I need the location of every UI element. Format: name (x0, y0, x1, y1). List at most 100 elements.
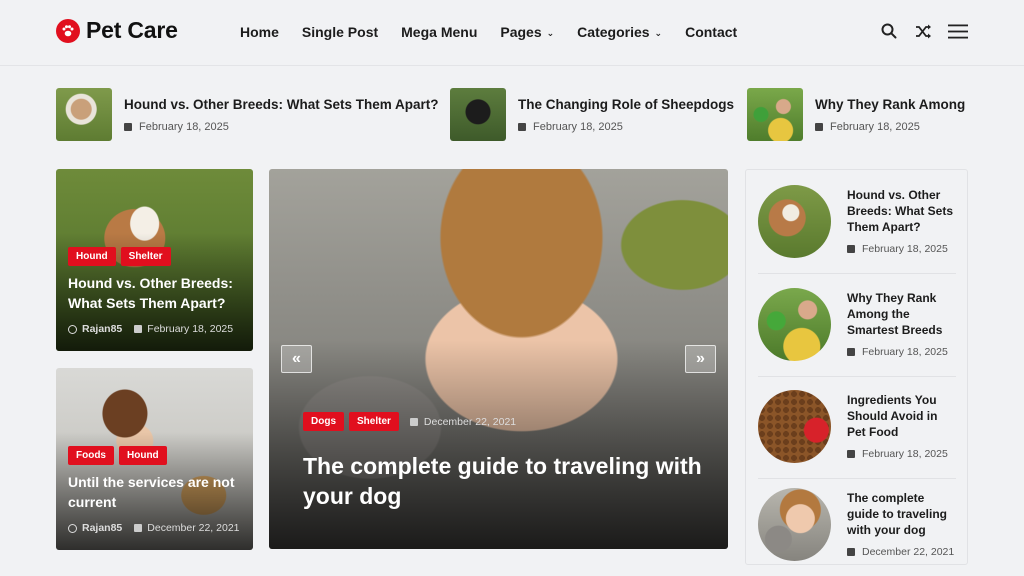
calendar-icon (815, 123, 823, 131)
post-date: December 22, 2021 (847, 546, 959, 558)
nav-pages[interactable]: Pages ⌄ (500, 24, 554, 40)
ticker-date: February 18, 2025 (518, 121, 734, 133)
calendar-icon (409, 417, 418, 426)
ticker-thumbnail (747, 88, 803, 141)
ticker-thumbnail (450, 88, 506, 141)
nav-mega-menu[interactable]: Mega Menu (401, 24, 477, 40)
ticker-thumbnail (56, 88, 112, 141)
date-text: February 18, 2025 (862, 243, 948, 255)
calendar-icon (134, 325, 143, 333)
date-text: February 18, 2025 (830, 121, 920, 133)
ticker-item[interactable]: The Changing Role of Sheepdogs February … (450, 88, 734, 141)
chevron-down-icon: ⌄ (654, 27, 663, 38)
slider-prev-button[interactable]: « (281, 345, 312, 373)
date-text: February 18, 2025 (139, 121, 229, 133)
ticker-item[interactable]: Hound vs. Other Breeds: What Sets Them A… (56, 88, 439, 141)
shuffle-icon[interactable] (914, 22, 932, 40)
header-actions (880, 22, 968, 40)
author[interactable]: Rajan85 (68, 323, 122, 335)
calendar-icon (518, 123, 526, 131)
nav-contact[interactable]: Contact (685, 24, 737, 40)
post-date: February 18, 2025 (847, 346, 959, 358)
nav-label: Single Post (301, 24, 379, 40)
ticker-item[interactable]: Why They Rank Among t February 18, 2025 (747, 88, 968, 141)
ticker-title: Hound vs. Other Breeds: What Sets Them A… (124, 97, 439, 112)
slider-next-button[interactable]: » (685, 345, 716, 373)
calendar-icon (847, 348, 855, 356)
post-title: Ingredients You Should Avoid in Pet Food (847, 393, 938, 439)
post-thumbnail (758, 390, 831, 463)
ticker-date: February 18, 2025 (124, 121, 439, 133)
date-text: December 22, 2021 (147, 522, 240, 534)
paw-icon (56, 18, 80, 43)
nav-label: Mega Menu (401, 24, 478, 40)
sidebar-post[interactable]: Hound vs. Other Breeds: What Sets Them A… (758, 182, 956, 274)
date: December 22, 2021 (134, 522, 240, 534)
nav-label: Pages (500, 24, 542, 40)
card-title[interactable]: Until the services are not current (68, 472, 248, 512)
ticker-date: February 18, 2025 (815, 121, 968, 133)
sidebar-post[interactable]: Why They Rank Among the Smartest Breeds … (758, 285, 956, 377)
author[interactable]: Rajan85 (68, 522, 122, 534)
date: February 18, 2025 (134, 323, 233, 335)
hero-overlay (269, 340, 728, 549)
hero-meta: Dogs Shelter December 22, 2021 (303, 412, 516, 431)
hero-title[interactable]: The complete guide to traveling with you… (303, 451, 703, 511)
date-text: December 22, 2021 (423, 415, 517, 428)
date-text: February 18, 2025 (862, 448, 948, 460)
sidebar-post[interactable]: The complete guide to traveling with you… (758, 485, 956, 576)
date-text: February 18, 2025 (533, 121, 623, 133)
brand-name: Pet Care (86, 17, 178, 43)
tag-hound[interactable]: Hound (68, 247, 116, 266)
search-icon[interactable] (880, 22, 898, 40)
card-meta: Rajan85 December 22, 2021 (68, 522, 240, 534)
tag-shelter[interactable]: Shelter (349, 412, 399, 431)
tag-shelter[interactable]: Shelter (120, 247, 171, 266)
calendar-icon (124, 123, 132, 131)
calendar-icon (847, 450, 855, 458)
post-card[interactable]: Hound Shelter Hound vs. Other Breeds: Wha… (56, 169, 253, 351)
date-text: February 18, 2025 (862, 346, 948, 358)
nav-single-post[interactable]: Single Post (302, 24, 378, 40)
date-text: December 22, 2021 (862, 546, 955, 558)
card-meta: Rajan85 February 18, 2025 (68, 323, 233, 335)
author-name: Rajan85 (82, 323, 123, 335)
post-title: Why They Rank Among the Smartest Breeds (847, 291, 943, 337)
sidebar-post[interactable]: Ingredients You Should Avoid in Pet Food… (758, 387, 956, 479)
ticker-title: Why They Rank Among t (815, 97, 968, 112)
hero-slider[interactable]: « » Dogs Shelter December 22, 2021 The co… (269, 169, 728, 549)
card-title[interactable]: Hound vs. Other Breeds: What Sets Them A… (68, 273, 248, 313)
chevron-down-icon: ⌄ (546, 27, 555, 38)
site-header: Pet Care Home Single Post Mega Menu Page… (0, 0, 1024, 66)
user-icon (68, 523, 77, 533)
author-name: Rajan85 (82, 522, 123, 534)
card-tags: Hound Shelter (68, 246, 176, 266)
main-nav: Home Single Post Mega Menu Pages ⌄ Catego… (240, 24, 760, 40)
nav-categories[interactable]: Categories ⌄ (577, 24, 662, 40)
sidebar-recent-posts: Hound vs. Other Breeds: What Sets Them A… (745, 169, 968, 565)
date-text: February 18, 2025 (147, 323, 234, 335)
hero-date: December 22, 2021 (409, 415, 517, 428)
tag-dogs[interactable]: Dogs (303, 412, 344, 431)
post-card[interactable]: Foods Hound Until the services are not cu… (56, 368, 253, 550)
nav-label: Contact (685, 24, 738, 40)
calendar-icon (847, 245, 855, 253)
tag-hound[interactable]: Hound (119, 446, 167, 465)
post-thumbnail (758, 488, 831, 561)
menu-icon[interactable] (948, 22, 968, 40)
post-thumbnail (758, 288, 831, 361)
post-date: February 18, 2025 (847, 448, 959, 460)
user-icon (68, 324, 77, 334)
post-title: The complete guide to traveling with you… (847, 491, 948, 537)
post-thumbnail (758, 185, 831, 258)
nav-label: Home (240, 24, 279, 40)
logo[interactable]: Pet Care (56, 17, 178, 44)
calendar-icon (134, 524, 143, 532)
ticker-title: The Changing Role of Sheepdogs (518, 97, 734, 112)
calendar-icon (847, 548, 855, 556)
card-tags: Foods Hound (68, 445, 172, 465)
nav-label: Categories (577, 24, 650, 40)
nav-home[interactable]: Home (240, 24, 279, 40)
tag-foods[interactable]: Foods (68, 446, 114, 465)
post-title: Hound vs. Other Breeds: What Sets Them A… (847, 188, 954, 234)
